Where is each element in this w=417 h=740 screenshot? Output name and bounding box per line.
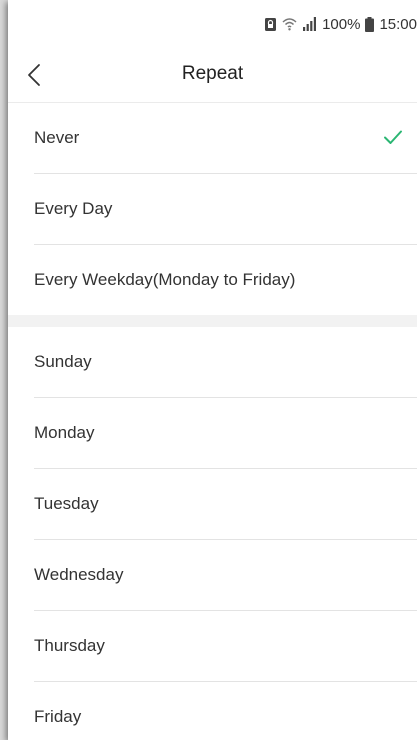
option-every-day[interactable]: Every Day <box>34 174 417 245</box>
checkmark-icon <box>384 130 402 144</box>
option-every-weekday[interactable]: Every Weekday(Monday to Friday) <box>34 245 417 315</box>
option-label: Every Day <box>34 199 113 218</box>
status-bar: 100% 15:00 <box>8 0 417 48</box>
sim-icon <box>264 17 277 32</box>
repeat-options-list: Never Every Day Every Weekday(Monday to … <box>8 103 417 315</box>
option-label: Never <box>34 128 80 147</box>
weekday-sunday[interactable]: Sunday <box>34 327 417 398</box>
weekday-label: Wednesday <box>34 565 124 584</box>
weekday-label: Sunday <box>34 352 92 371</box>
weekday-wednesday[interactable]: Wednesday <box>34 540 417 611</box>
weekday-monday[interactable]: Monday <box>34 398 417 469</box>
option-never[interactable]: Never <box>34 103 417 174</box>
weekday-label: Thursday <box>34 636 105 655</box>
status-items: 100% 15:00 <box>264 15 417 33</box>
weekday-label: Tuesday <box>34 494 99 513</box>
option-label: Every Weekday(Monday to Friday) <box>34 270 296 289</box>
phone-screen: 100% 15:00 Repeat Never Every Day Every … <box>8 0 417 740</box>
weekday-friday[interactable]: Friday <box>34 682 417 740</box>
wifi-icon <box>282 17 297 31</box>
signal-icon <box>302 17 317 31</box>
title-bar: Repeat <box>8 48 417 103</box>
section-divider <box>8 315 417 327</box>
weekday-label: Friday <box>34 707 82 726</box>
weekday-thursday[interactable]: Thursday <box>34 611 417 682</box>
battery-icon <box>365 16 375 32</box>
battery-percent: 100% <box>322 15 361 33</box>
weekday-label: Monday <box>34 423 95 442</box>
page-title: Repeat <box>181 63 244 84</box>
weekday-list: Sunday Monday Tuesday Wednesday Thursday… <box>8 327 417 740</box>
weekday-tuesday[interactable]: Tuesday <box>34 469 417 540</box>
clock: 15:00 <box>379 15 417 33</box>
